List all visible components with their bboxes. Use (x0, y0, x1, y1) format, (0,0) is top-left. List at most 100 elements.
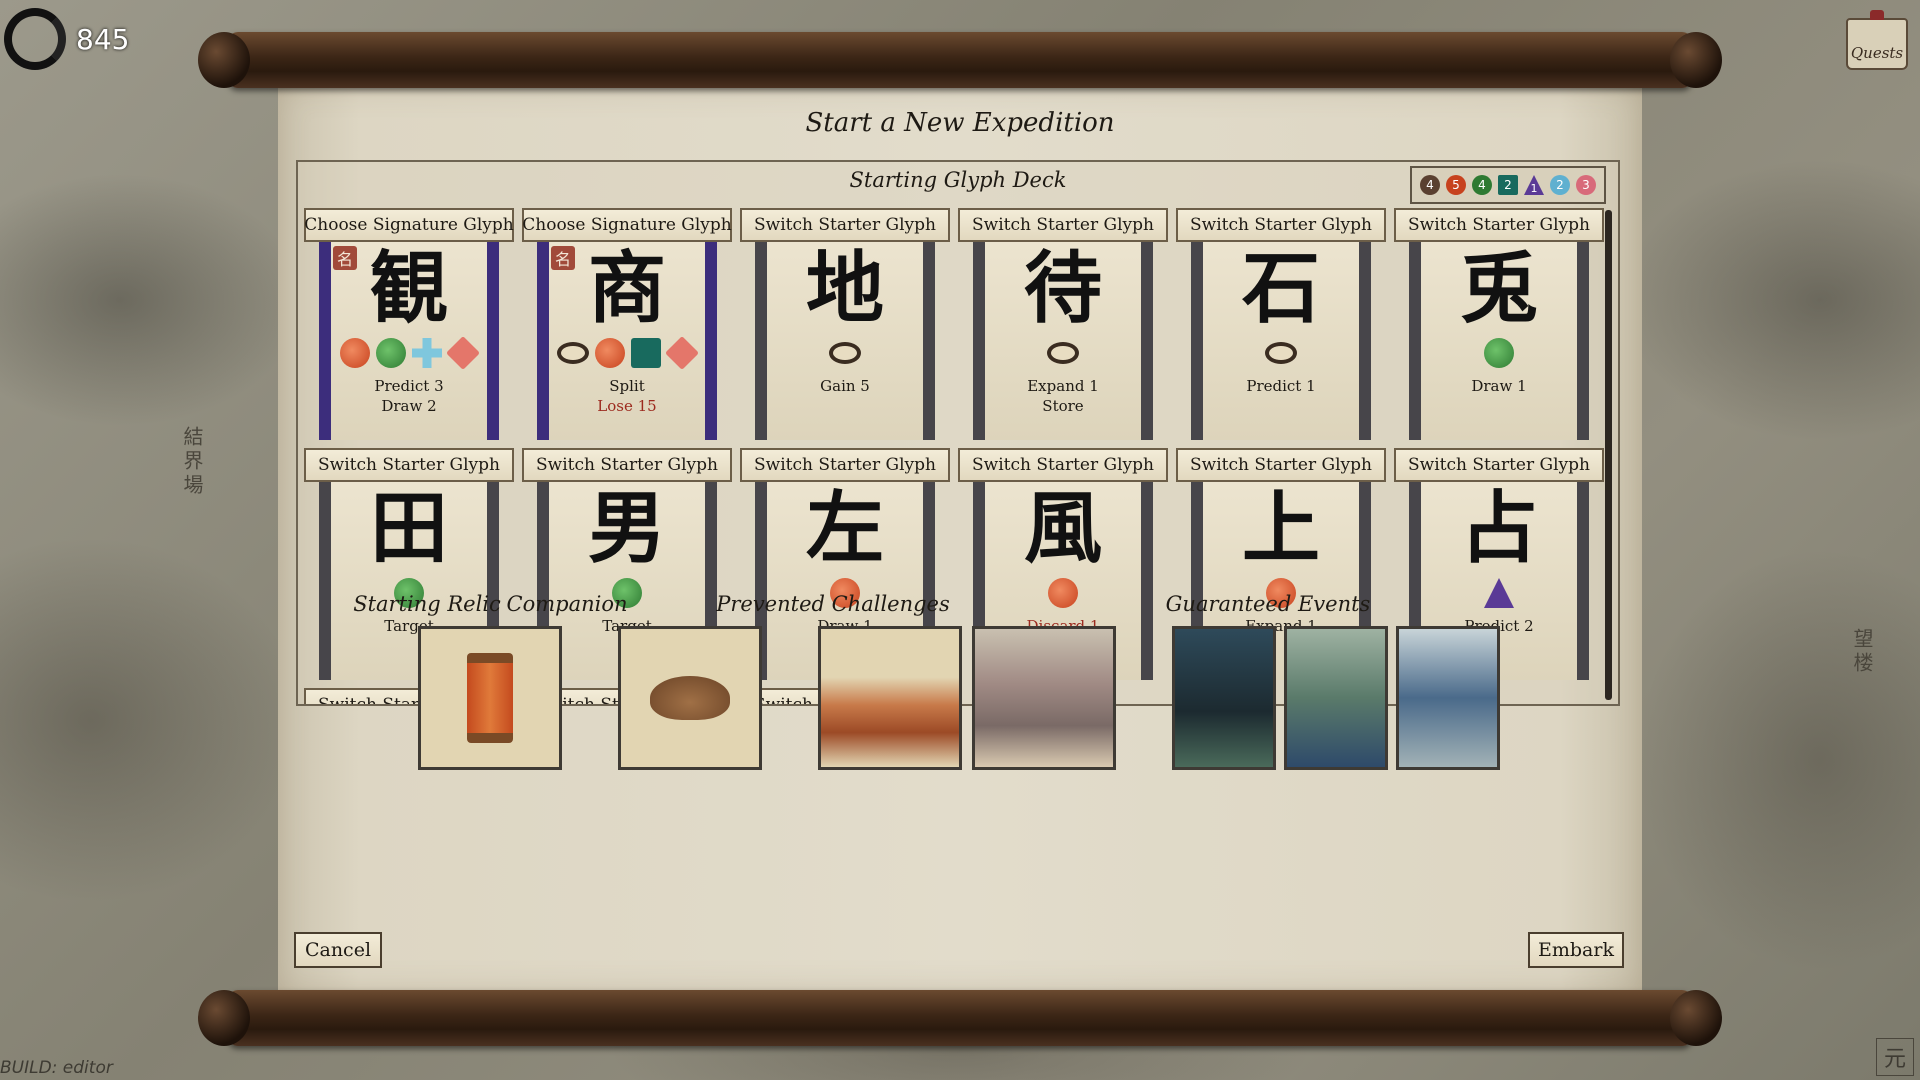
glyph-kanji: 地 (805, 243, 884, 334)
cliff-icon (1287, 629, 1385, 767)
embark-button[interactable]: Embark (1528, 932, 1624, 968)
glyph-cell: Switch Starter Glyph 地 Gain 5 (740, 208, 950, 440)
glyph-kanji: 占 (1459, 483, 1538, 574)
glyph-icons (1048, 576, 1078, 610)
cancel-button[interactable]: Cancel (294, 932, 382, 968)
effect-line: Split (609, 377, 645, 395)
thread-spool-icon (467, 653, 513, 743)
glyph-icons (340, 336, 480, 370)
deck-scrollbar[interactable] (1605, 210, 1612, 700)
glyph-effect-text: Expand 1 Store (1027, 376, 1099, 416)
glyph-cell: Switch Starter Glyph 兎 Draw 1 (1394, 208, 1604, 440)
effect-line: Store (1042, 397, 1084, 415)
event-tile-cliff[interactable] (1284, 626, 1388, 770)
glyph-icons (1265, 336, 1297, 370)
switch-starter-glyph-button[interactable]: Switch Starter Glyph (1176, 208, 1386, 242)
glyph-kanji: 風 (1023, 483, 1102, 574)
rod-knob (1670, 32, 1722, 88)
sea-icon (1399, 629, 1497, 767)
glyph-kanji: 観 (369, 243, 448, 334)
rod-knob (198, 990, 250, 1046)
quests-button[interactable]: Quests (1846, 18, 1908, 70)
glyph-type-counts: 4542123 (1410, 166, 1606, 204)
glyph-count-badge: 3 (1576, 175, 1596, 195)
glyph-card[interactable]: 石 Predict 1 (1191, 242, 1371, 440)
effect-line: Expand 1 (1027, 377, 1099, 395)
rod-knob (198, 32, 250, 88)
switch-starter-glyph-button[interactable]: Switch Starter Glyph (304, 448, 514, 482)
switch-starter-glyph-button[interactable]: Switch Starter Glyph (1394, 208, 1604, 242)
glyph-count-badge: 4 (1472, 175, 1492, 195)
glyph-icons (829, 336, 861, 370)
switch-starter-glyph-button[interactable]: Switch Starter Glyph (522, 448, 732, 482)
rod-knob (1670, 990, 1722, 1046)
challenge-tile-waves[interactable] (818, 626, 962, 770)
glyph-effect-text: Draw 1 (1471, 376, 1526, 396)
switch-starter-glyph-button[interactable]: Switch Starter Glyph (1176, 448, 1386, 482)
tan-glyph-icon (1047, 342, 1079, 364)
glyph-card[interactable]: 名商 Split Lose 15 (537, 242, 717, 440)
scroll-rod-top (198, 32, 1722, 88)
glyph-effect-text: Predict 3 Draw 2 (374, 376, 443, 416)
switch-starter-glyph-button[interactable]: Switch Starter Glyph (958, 208, 1168, 242)
build-label: BUILD: editor (0, 1058, 113, 1078)
event-tile-cave[interactable] (1172, 626, 1276, 770)
glyph-kanji: 商 (587, 243, 666, 334)
glyph-card[interactable]: 待 Expand 1 Store (973, 242, 1153, 440)
tan-glyph-icon (557, 342, 589, 364)
corner-glyph: 元 (1876, 1038, 1914, 1076)
scroll-rod-bottom (198, 990, 1722, 1046)
volcano-icon (975, 629, 1113, 767)
starting-relic-tile[interactable] (418, 626, 562, 770)
glyph-count-badge: 2 (1550, 175, 1570, 195)
switch-starter-glyph-button[interactable]: Switch Starter Glyph (1394, 448, 1604, 482)
red-glyph-icon (340, 338, 370, 368)
challenge-tile-volcano[interactable] (972, 626, 1116, 770)
currency-value: 845 (76, 22, 130, 56)
glyph-card[interactable]: 名観 Predict 3 Draw 2 (319, 242, 499, 440)
glyph-cell: Choose Signature Glyph 名観 Predict 3 Draw 2 (304, 208, 514, 440)
effect-line: Predict 1 (1246, 377, 1316, 395)
turtle-icon (650, 676, 730, 720)
glyph-icons (557, 336, 699, 370)
tan-glyph-icon (1265, 342, 1297, 364)
tri-glyph-icon (1484, 578, 1514, 608)
signature-stamp-icon: 名 (551, 246, 575, 270)
cave-icon (1175, 629, 1273, 767)
glyph-kanji: 石 (1241, 243, 1320, 334)
glyph-card[interactable]: 兎 Draw 1 (1409, 242, 1589, 440)
switch-starter-glyph-button[interactable]: Switch Starter Glyph (740, 208, 950, 242)
switch-starter-glyph-button[interactable]: Switch Starter Glyph (958, 448, 1168, 482)
glyph-kanji: 田 (369, 483, 448, 574)
glyph-effect-text: Gain 5 (820, 376, 870, 396)
companion-tile[interactable] (618, 626, 762, 770)
expedition-dialog: Start a New Expedition Starting Glyph De… (278, 86, 1642, 992)
glyph-icons (1484, 336, 1514, 370)
companion-label: Companion (506, 592, 628, 616)
choose-signature-glyph-button[interactable]: Choose Signature Glyph (304, 208, 514, 242)
glyph-effect-text: Split Lose 15 (597, 376, 656, 416)
glyph-kanji: 待 (1023, 243, 1102, 334)
currency-display: 845 (4, 8, 129, 70)
red-glyph-icon (595, 338, 625, 368)
glyph-cell: Switch Starter Glyph 石 Predict 1 (1176, 208, 1386, 440)
dialog-title: Start a New Expedition (805, 108, 1115, 138)
event-tile-sea[interactable] (1396, 626, 1500, 770)
glyph-kanji: 男 (587, 483, 666, 574)
waves-icon (821, 629, 959, 767)
glyph-count-badge: 1 (1524, 175, 1544, 195)
effect-line: Predict 3 (374, 377, 444, 395)
glyph-icons (1047, 336, 1079, 370)
glyph-card[interactable]: 地 Gain 5 (755, 242, 935, 440)
glyph-kanji: 兎 (1459, 243, 1538, 334)
green-glyph-icon (376, 338, 406, 368)
rose-glyph-icon (665, 336, 699, 370)
map-label-left: 結界場 (180, 426, 204, 498)
guaranteed-events-label: Guaranteed Events (1165, 592, 1371, 616)
glyph-count-badge: 4 (1420, 175, 1440, 195)
glyph-cell: Switch Starter Glyph 待 Expand 1 Store (958, 208, 1168, 440)
choose-signature-glyph-button[interactable]: Choose Signature Glyph (522, 208, 732, 242)
map-label-right: 望楼 (1850, 628, 1874, 676)
prevented-challenges-label: Prevented Challenges (716, 592, 950, 616)
switch-starter-glyph-button[interactable]: Switch Starter Glyph (740, 448, 950, 482)
